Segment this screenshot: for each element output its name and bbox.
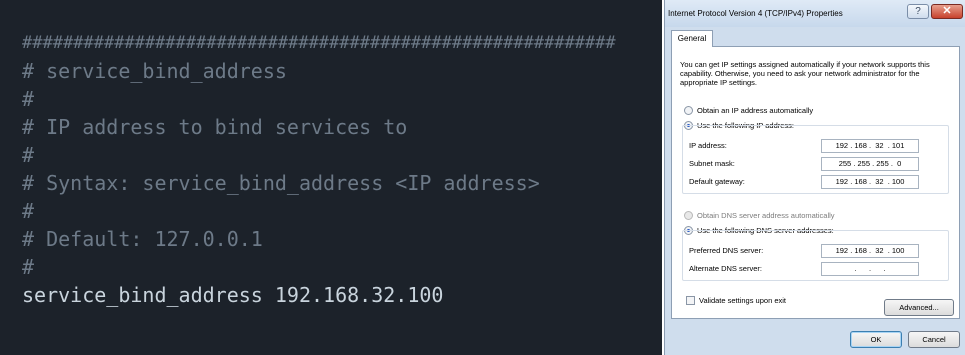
preferred-dns-label: Preferred DNS server: [689,246,764,255]
terminal-line-config: service_bind_address 192.168.32.100 [22,283,444,307]
dialog-titlebar[interactable]: Internet Protocol Version 4 (TCP/IPv4) P… [665,0,965,27]
terminal-line-comment: # Default: 127.0.0.1 [22,227,263,251]
terminal-line-hash-separator: ########################################… [22,33,616,53]
radio-button-icon [684,105,693,115]
preferred-dns-input[interactable]: 192 . 168 . 32 . 100 [821,244,919,258]
terminal-window: ########################################… [0,0,662,355]
close-button[interactable]: ✕ [931,4,963,19]
terminal-line-comment: # [22,87,35,111]
terminal-line-comment: # [22,199,35,223]
ip-address-input[interactable]: 192 . 168 . 32 . 101 [821,139,919,153]
ip-address-group: IP address: 192 . 168 . 32 . 101 Subnet … [682,125,949,194]
radio-obtain-dns-auto[interactable]: Obtain DNS server address automatically [684,210,835,221]
terminal-line-comment: # [22,255,35,279]
terminal-line-comment: # [22,143,35,167]
subnet-mask-row: Subnet mask: 255 . 255 . 255 . 0 [689,157,944,171]
subnet-mask-input[interactable]: 255 . 255 . 255 . 0 [821,157,919,171]
terminal-line-comment: # service_bind_address [22,59,287,83]
ip-address-label: IP address: [689,141,727,150]
default-gateway-row: Default gateway: 192 . 168 . 32 . 100 [689,175,944,189]
radio-label: Obtain DNS server address automatically [697,211,835,220]
cancel-button[interactable]: Cancel [908,331,960,348]
subnet-mask-label: Subnet mask: [689,159,735,168]
default-gateway-input[interactable]: 192 . 168 . 32 . 100 [821,175,919,189]
general-tab-panel: You can get IP settings assigned automat… [671,46,960,319]
radio-label: Obtain an IP address automatically [697,106,814,115]
tab-general[interactable]: General [671,30,713,47]
dns-server-group: Preferred DNS server: 192 . 168 . 32 . 1… [682,230,949,281]
checkbox-label: Validate settings upon exit [699,296,787,305]
ok-button[interactable]: OK [850,331,902,348]
advanced-button[interactable]: Advanced... [884,299,954,316]
radio-button-disabled-icon [684,210,693,220]
alternate-dns-row: Alternate DNS server: . . . [689,262,944,276]
validate-settings-checkbox[interactable]: Validate settings upon exit [686,295,786,306]
dialog-title: Internet Protocol Version 4 (TCP/IPv4) P… [668,9,843,18]
ip-address-row: IP address: 192 . 168 . 32 . 101 [689,139,944,153]
checkbox-icon [686,295,695,305]
radio-obtain-ip-auto[interactable]: Obtain an IP address automatically [684,105,813,116]
help-button[interactable]: ? [907,4,929,19]
alternate-dns-input[interactable]: . . . [821,262,919,276]
preferred-dns-row: Preferred DNS server: 192 . 168 . 32 . 1… [689,244,944,258]
alternate-dns-label: Alternate DNS server: [689,264,762,273]
default-gateway-label: Default gateway: [689,177,745,186]
ipv4-properties-dialog: Internet Protocol Version 4 (TCP/IPv4) P… [664,0,965,355]
terminal-line-comment: # IP address to bind services to [22,115,408,139]
terminal-line-comment: # Syntax: service_bind_address <IP addre… [22,171,540,195]
intro-text: You can get IP settings assigned automat… [680,60,930,87]
terminal-text: ########################################… [22,29,616,309]
